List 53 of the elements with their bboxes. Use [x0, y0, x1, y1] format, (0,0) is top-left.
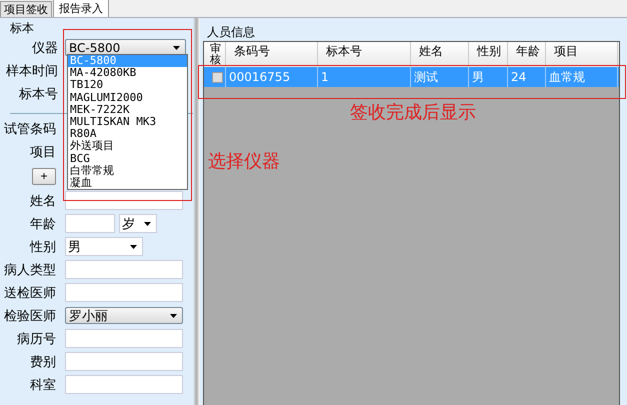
field-label: 检验医师 — [3, 308, 56, 324]
dropdown-option[interactable]: MULTISKAN MK3 — [68, 116, 187, 128]
annotation-text: 签收完成后显示 — [350, 103, 476, 123]
group-label: 人员信息 — [207, 25, 256, 39]
text-field[interactable] — [65, 352, 183, 371]
field-label: 仪器 — [31, 40, 58, 56]
field-label: 病人类型 — [3, 262, 56, 278]
text-field[interactable] — [65, 191, 183, 210]
field-label: 项目 — [29, 144, 56, 160]
table-cell: 测试 — [411, 67, 469, 87]
tab[interactable]: 报告录入 — [53, 0, 109, 17]
field-label: 病历号 — [16, 330, 56, 348]
caret-icon — [170, 314, 177, 318]
field-label: 样本时间 — [5, 62, 58, 80]
table-cell: 1 — [318, 67, 411, 87]
table-cell: 血常规 — [546, 67, 618, 87]
caret-icon — [173, 46, 180, 50]
annotation-text: 选择仪器 — [208, 152, 280, 172]
dropdown-option[interactable]: MEK-7222K — [68, 104, 187, 116]
checkbox[interactable] — [212, 72, 223, 82]
caret-icon — [144, 222, 151, 226]
dropdown-option[interactable]: 外送项目 — [68, 140, 187, 153]
age-field[interactable] — [65, 214, 115, 233]
text-field[interactable] — [65, 260, 183, 279]
dropdown-option[interactable]: TB120 — [68, 79, 187, 92]
field-label: 标本号 — [18, 86, 58, 102]
doctor-dropdown[interactable]: 罗小丽 — [65, 307, 183, 324]
dropdown-option[interactable]: MA-42080KB — [68, 67, 187, 80]
dropdown-option[interactable]: 凝血 — [68, 177, 187, 190]
dropdown-option[interactable]: BCG — [68, 152, 187, 165]
field-label: 年龄 — [29, 216, 56, 232]
field-label: 性别 — [28, 238, 56, 256]
dropdown-option[interactable]: MAGLUMI2000 — [68, 92, 187, 104]
text-field[interactable] — [65, 329, 183, 348]
table-cell: 24 — [508, 67, 546, 87]
dropdown-option[interactable]: R80A — [68, 128, 187, 140]
text-field[interactable] — [65, 283, 183, 302]
text-field[interactable] — [65, 375, 183, 394]
group-label: 标本 — [10, 20, 35, 36]
field-label: 送检医师 — [3, 284, 56, 302]
select-field[interactable]: 男 — [65, 237, 143, 256]
tab[interactable]: 项目签收 — [0, 1, 52, 17]
unit-select[interactable]: 岁 — [119, 214, 157, 233]
field-label: 试管条码 — [3, 120, 56, 138]
field-label: 费别 — [29, 354, 56, 370]
table-cell: 男 — [469, 67, 508, 87]
table-cell: 00016755 — [226, 67, 318, 87]
caret-icon — [130, 244, 137, 248]
field-label: 姓名 — [29, 192, 56, 210]
add-button[interactable]: + — [32, 168, 56, 184]
splitter[interactable] — [193, 18, 200, 405]
dropdown-option[interactable]: 白带常规 — [68, 164, 187, 178]
field-label: 科室 — [29, 376, 56, 394]
